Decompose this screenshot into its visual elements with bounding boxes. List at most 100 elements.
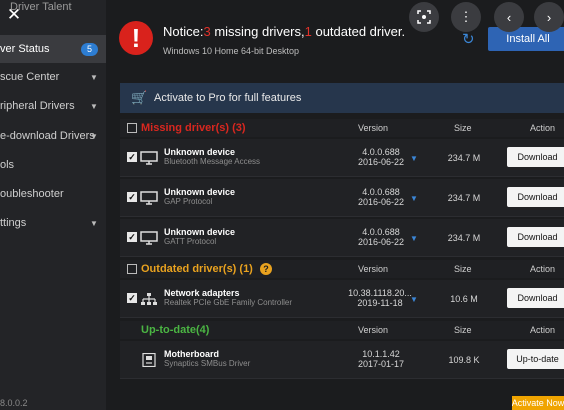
- table-row: ✓ Unknown device GAP Protocol 4.0.0.688 2…: [120, 179, 564, 217]
- device-name: Motherboard: [164, 349, 219, 359]
- column-version: Version: [358, 123, 389, 133]
- device-desc: Realtek PCIe GbE Family Controller: [164, 298, 293, 307]
- promo-bar[interactable]: 🛒 Activate to Pro for full features: [120, 83, 564, 113]
- chevron-down-icon: ▼: [90, 131, 98, 141]
- section-title: Missing driver(s) (3): [141, 122, 246, 134]
- sidebar-item-label: ver Status: [0, 43, 50, 55]
- row-checkbox[interactable]: ✓: [127, 152, 137, 162]
- select-all-outdated-checkbox[interactable]: [127, 264, 137, 274]
- chevron-down-icon: ▼: [90, 72, 98, 82]
- download-button[interactable]: Download: [507, 288, 564, 308]
- sidebar-item-label: ols: [0, 159, 15, 171]
- download-button[interactable]: Download: [507, 187, 564, 207]
- sidebar-item-label: ttings: [0, 217, 27, 229]
- sidebar-item-troubleshooter[interactable]: oubleshooter: [0, 180, 106, 208]
- column-size: Size: [454, 325, 472, 335]
- driver-size: 234.7 M: [447, 193, 481, 203]
- notice-summary: Notice:3 missing drivers,1 outdated driv…: [163, 24, 405, 39]
- missing-count: 3: [203, 24, 211, 39]
- chevron-down-icon: ▼: [90, 101, 98, 111]
- outdated-section-header: Outdated driver(s) (1) ? Version Size Ac…: [120, 260, 564, 278]
- row-checkbox[interactable]: ✓: [127, 232, 137, 242]
- sidebar-item-predownload-drivers[interactable]: e-download Drivers ▼: [0, 122, 106, 150]
- version-date: 2017-01-17: [357, 359, 405, 369]
- help-icon[interactable]: ?: [260, 263, 272, 275]
- column-version: Version: [358, 325, 389, 335]
- version-date: 2016-06-22: [357, 157, 405, 167]
- missing-text: missing drivers,: [210, 24, 305, 39]
- driver-size: 109.8 K: [448, 355, 480, 365]
- driver-size: 234.7 M: [447, 153, 481, 163]
- version-dropdown-icon[interactable]: ▼: [410, 194, 418, 203]
- monitor-icon: [140, 231, 158, 245]
- version-number: 4.0.0.688: [362, 227, 400, 237]
- monitor-icon: [140, 191, 158, 205]
- sidebar-item-label: e-download Drivers: [0, 130, 95, 142]
- driver-size: 234.7 M: [447, 233, 481, 243]
- version-number: 10.1.1.42: [362, 349, 400, 359]
- version-dropdown-icon[interactable]: ▼: [410, 295, 418, 304]
- version-date: 2016-06-22: [357, 197, 405, 207]
- row-checkbox[interactable]: ✓: [127, 192, 137, 202]
- sidebar-item-label: ripheral Drivers: [0, 100, 75, 112]
- version-dropdown-icon[interactable]: ▼: [410, 154, 418, 163]
- driver-version: 4.0.0.688 2016-06-22: [350, 187, 412, 207]
- column-action: Action: [530, 264, 556, 274]
- version-number: 4.0.0.688: [362, 187, 400, 197]
- download-button[interactable]: Download: [507, 147, 564, 167]
- version-number: 4.0.0.688: [362, 147, 400, 157]
- device-desc: Synaptics SMBus Driver: [164, 359, 251, 368]
- select-all-missing-checkbox[interactable]: [127, 123, 137, 133]
- table-row: Motherboard Synaptics SMBus Driver 10.1.…: [120, 341, 564, 379]
- section-title: Up-to-date(4): [141, 324, 210, 336]
- column-version: Version: [358, 264, 389, 274]
- device-desc: Bluetooth Message Access: [164, 157, 261, 166]
- network-icon: [141, 293, 157, 305]
- sidebar-item-label: oubleshooter: [0, 188, 64, 200]
- device-desc: GAP Protocol: [164, 197, 213, 206]
- activate-now-button[interactable]: Activate Now: [512, 396, 564, 410]
- sidebar-item-tools[interactable]: ols: [0, 151, 106, 179]
- scan-icon[interactable]: [409, 2, 439, 32]
- table-row: ✓ Unknown device GATT Protocol 4.0.0.688…: [120, 219, 564, 257]
- table-row: ✓ Unknown device Bluetooth Message Acces…: [120, 139, 564, 177]
- uptodate-button[interactable]: Up-to-date: [507, 349, 564, 369]
- section-title: Outdated driver(s) (1): [141, 263, 253, 275]
- sidebar-item-peripheral-drivers[interactable]: ripheral Drivers ▼: [0, 92, 106, 120]
- device-desc: GATT Protocol: [164, 237, 217, 246]
- refresh-icon[interactable]: ↻: [462, 30, 475, 48]
- motherboard-icon: [142, 353, 156, 367]
- version-date: 2016-06-22: [357, 237, 405, 247]
- download-button[interactable]: Download: [507, 227, 564, 247]
- version-date: 2019-11-18: [357, 298, 403, 308]
- column-size: Size: [454, 123, 472, 133]
- device-name: Unknown device: [164, 147, 236, 157]
- driver-version: 10.1.1.42 2017-01-17: [350, 349, 412, 369]
- row-checkbox[interactable]: ✓: [127, 293, 137, 303]
- uptodate-section-header: Up-to-date(4) Version Size Action: [120, 321, 564, 339]
- status-badge: 5: [81, 42, 98, 56]
- cart-icon: 🛒: [131, 90, 148, 105]
- table-row: ✓ Network adapters Realtek PCIe GbE Fami…: [120, 280, 564, 318]
- sidebar-item-driver-status[interactable]: ver Status 5: [0, 35, 106, 63]
- close-icon[interactable]: ✕: [5, 6, 23, 24]
- alert-icon: !: [119, 21, 153, 55]
- outdated-text: outdated driver.: [311, 24, 406, 39]
- promo-text: Activate to Pro for full features: [154, 92, 302, 104]
- column-action: Action: [530, 123, 556, 133]
- version-dropdown-icon[interactable]: ▼: [410, 234, 418, 243]
- missing-section-header: Missing driver(s) (3) Version Size Actio…: [120, 119, 564, 137]
- chevron-left-icon[interactable]: ‹: [494, 2, 524, 32]
- app-version: 8.0.0.2: [0, 398, 28, 408]
- sidebar-item-settings[interactable]: ttings ▼: [0, 209, 106, 237]
- outdated-count: 1: [304, 24, 312, 39]
- device-name: Network adapters: [164, 288, 240, 298]
- device-name: Unknown device: [164, 227, 236, 237]
- chevron-right-icon[interactable]: ›: [534, 2, 564, 32]
- device-name: Unknown device: [164, 187, 236, 197]
- column-size: Size: [454, 264, 472, 274]
- sidebar-item-rescue-center[interactable]: scue Center ▼: [0, 63, 106, 91]
- more-icon[interactable]: ⋮: [451, 2, 481, 32]
- notice-prefix: Notice:: [163, 24, 204, 39]
- driver-size: 10.6 M: [450, 294, 478, 304]
